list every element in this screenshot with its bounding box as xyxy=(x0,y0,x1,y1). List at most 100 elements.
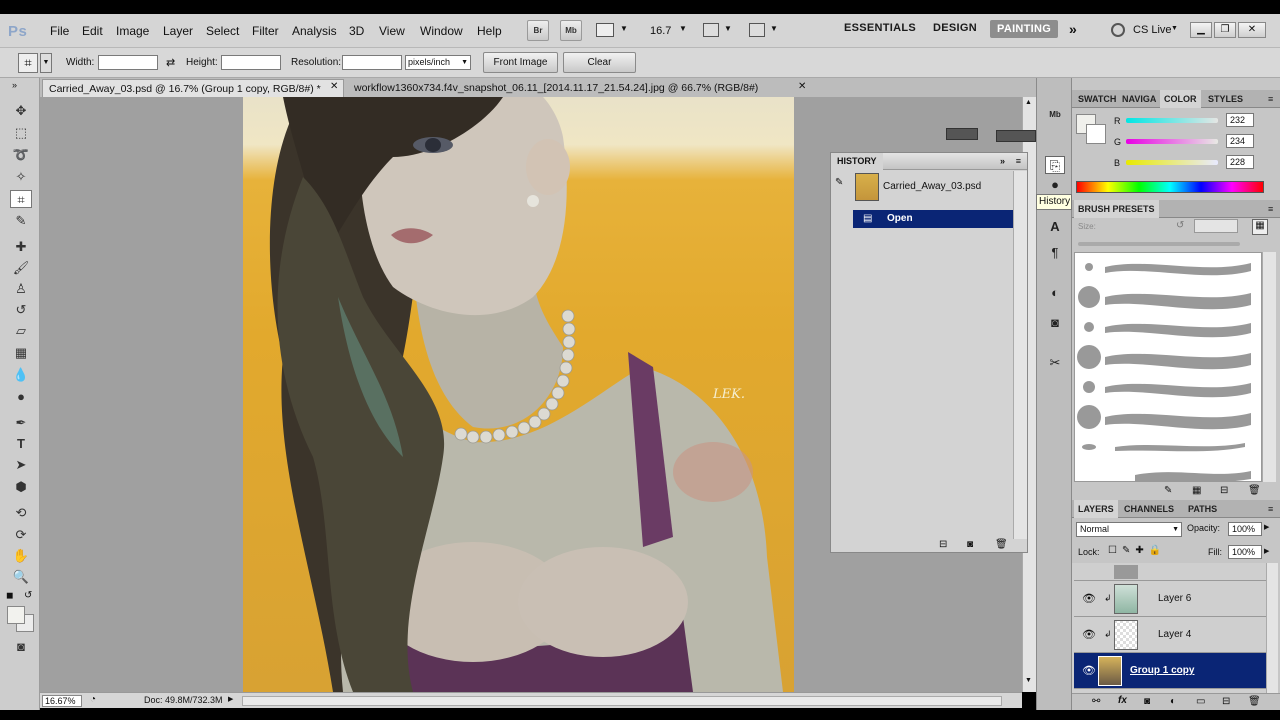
layer-style-icon[interactable]: fx xyxy=(1118,695,1127,706)
snapshot-source-icon[interactable]: ✎ xyxy=(835,177,851,191)
history-brush-tool-icon[interactable]: ↺ xyxy=(10,301,32,319)
zoom-tool-icon[interactable]: 🔍 xyxy=(10,568,32,586)
close-tab-icon[interactable]: ✕ xyxy=(798,81,806,92)
tab-carried-away[interactable]: Carried_Away_03.psd @ 16.7% (Group 1 cop… xyxy=(42,79,344,97)
move-tool-icon[interactable]: ✥ xyxy=(10,102,32,120)
quick-selection-tool-icon[interactable]: ✧ xyxy=(10,168,32,186)
preset-dropdown-icon[interactable]: ▼ xyxy=(40,53,52,73)
swap-colors-icon[interactable]: ↺ xyxy=(24,590,32,601)
swap-icon[interactable]: ⇄ xyxy=(166,56,175,69)
brush-presets-title[interactable]: BRUSH PRESETS xyxy=(1074,200,1159,218)
screen-mode-dropdown-icon[interactable]: ▼ xyxy=(770,24,778,33)
zoom-field[interactable]: 16.67% xyxy=(42,695,82,707)
tab-navigator[interactable]: NAVIGA xyxy=(1118,90,1160,108)
fill-slider-icon[interactable]: ▶ xyxy=(1264,547,1269,555)
more-workspaces-icon[interactable]: » xyxy=(1069,21,1077,37)
height-input[interactable] xyxy=(221,55,281,70)
resolution-input[interactable] xyxy=(342,55,402,70)
layers-scrollbar[interactable] xyxy=(1266,563,1278,693)
value-b[interactable]: 228 xyxy=(1226,155,1254,169)
shape-tool-icon[interactable]: ⬢ xyxy=(10,478,32,496)
tab-color[interactable]: COLOR xyxy=(1160,90,1201,108)
lasso-tool-icon[interactable]: ➰ xyxy=(10,146,32,164)
zoom-dropdown-icon[interactable]: ▼ xyxy=(679,24,687,33)
collapsed-panel-stub[interactable] xyxy=(946,128,978,140)
menu-image[interactable]: Image xyxy=(116,24,149,38)
layer-row[interactable] xyxy=(1074,563,1266,581)
menu-select[interactable]: Select xyxy=(206,24,239,38)
menu-filter[interactable]: Filter xyxy=(252,24,279,38)
panel-menu-icon[interactable]: ≡ xyxy=(1264,200,1277,218)
adjustments-panel-icon[interactable]: ◐ xyxy=(1045,284,1065,302)
new-preset-icon[interactable]: ⊟ xyxy=(1220,485,1228,496)
menu-view[interactable]: View xyxy=(379,24,405,38)
lock-options-icons[interactable]: ☐✎✚🔒 xyxy=(1108,545,1166,556)
minimize-button[interactable]: ▁ xyxy=(1190,22,1212,38)
layer-mask-icon[interactable]: ◙ xyxy=(1144,696,1150,707)
slider-b[interactable] xyxy=(1126,160,1218,165)
menu-layer[interactable]: Layer xyxy=(163,24,193,38)
menu-edit[interactable]: Edit xyxy=(82,24,103,38)
healing-brush-tool-icon[interactable]: ✚ xyxy=(10,238,32,256)
new-layer-icon[interactable]: ⊟ xyxy=(1222,696,1230,707)
info-panel-icon[interactable]: ● xyxy=(1045,176,1065,194)
brush-list-scrollbar[interactable] xyxy=(1262,252,1276,482)
history-panel-icon[interactable]: ⎘ xyxy=(1045,156,1065,174)
pen-tool-icon[interactable]: ✒ xyxy=(10,414,32,432)
history-state-open[interactable]: ▤ Open xyxy=(853,210,1013,228)
quick-mask-icon[interactable]: ◙ xyxy=(10,638,32,656)
trash-icon[interactable]: 🗑 xyxy=(1248,485,1261,496)
adjustment-layer-icon[interactable]: ◐ xyxy=(1170,696,1176,707)
layer-row[interactable]: 👁 ↲ Layer 6 xyxy=(1074,581,1266,617)
tab-swatches[interactable]: SWATCH xyxy=(1074,90,1120,108)
arrange-dropdown-icon[interactable]: ▼ xyxy=(724,24,732,33)
collapse-tools-icon[interactable]: » xyxy=(12,80,17,90)
blur-tool-icon[interactable]: 💧 xyxy=(10,366,32,384)
snapshot-label[interactable]: Carried_Away_03.psd xyxy=(883,181,981,192)
new-snapshot-icon[interactable]: ◙ xyxy=(967,539,973,550)
workspace-painting[interactable]: PAINTING xyxy=(990,20,1059,38)
paragraph-panel-icon[interactable]: ¶ xyxy=(1045,244,1065,262)
units-select[interactable]: pixels/inch ▼ xyxy=(405,55,471,70)
menu-file[interactable]: File xyxy=(50,24,69,38)
tab-layers[interactable]: LAYERS xyxy=(1074,500,1118,518)
type-tool-icon[interactable]: T xyxy=(10,435,32,453)
hand-tool-icon[interactable]: ✋ xyxy=(10,547,32,565)
tab-channels[interactable]: CHANNELS xyxy=(1120,500,1178,518)
visibility-eye-icon[interactable]: 👁 xyxy=(1082,592,1096,605)
new-group-icon[interactable]: ▭ xyxy=(1196,696,1205,707)
bg-color-chip[interactable] xyxy=(1086,124,1106,144)
menu-analysis[interactable]: Analysis xyxy=(292,24,337,38)
slider-g[interactable] xyxy=(1126,139,1218,144)
fill-input[interactable]: 100% xyxy=(1228,545,1262,559)
scroll-down-icon[interactable]: ▼ xyxy=(1025,677,1032,684)
menu-window[interactable]: Window xyxy=(420,24,463,38)
gradient-tool-icon[interactable]: ▦ xyxy=(10,344,32,362)
history-scrollbar[interactable] xyxy=(1013,171,1027,539)
marquee-tool-icon[interactable]: ⬚ xyxy=(10,124,32,142)
opacity-slider-icon[interactable]: ▶ xyxy=(1264,523,1269,531)
menu-help[interactable]: Help xyxy=(477,24,502,38)
3d-orbit-tool-icon[interactable]: ⟳ xyxy=(10,526,32,544)
slider-r[interactable] xyxy=(1126,118,1218,123)
dodge-tool-icon[interactable]: ● xyxy=(10,388,32,406)
crop-tool-icon[interactable]: ⌗ xyxy=(10,190,32,208)
minibridge-button[interactable]: Mb xyxy=(560,20,582,41)
scroll-up-icon[interactable]: ▲ xyxy=(1025,99,1032,106)
visibility-eye-icon[interactable]: 👁 xyxy=(1082,628,1096,641)
status-info-icon[interactable]: ◔ xyxy=(90,694,96,705)
status-menu-icon[interactable]: ▶ xyxy=(228,695,233,703)
layer-row-selected[interactable]: 👁 Group 1 copy xyxy=(1074,653,1266,689)
opacity-input[interactable]: 100% xyxy=(1228,522,1262,536)
path-selection-tool-icon[interactable]: ➤ xyxy=(10,456,32,474)
collapse-panel-icon[interactable]: » xyxy=(1000,153,1005,170)
snapshot-thumbnail[interactable] xyxy=(855,173,879,201)
screen-mode-icon[interactable] xyxy=(749,23,765,37)
menu-3d[interactable]: 3D xyxy=(349,24,364,38)
value-g[interactable]: 234 xyxy=(1226,134,1254,148)
tool-presets-panel-icon[interactable]: ✂ xyxy=(1045,354,1065,372)
panel-menu-icon[interactable]: ≡ xyxy=(1264,90,1277,108)
layer-row[interactable]: 👁 ↲ Layer 4 xyxy=(1074,617,1266,653)
visibility-eye-icon[interactable]: 👁 xyxy=(1082,664,1096,677)
width-input[interactable] xyxy=(98,55,158,70)
